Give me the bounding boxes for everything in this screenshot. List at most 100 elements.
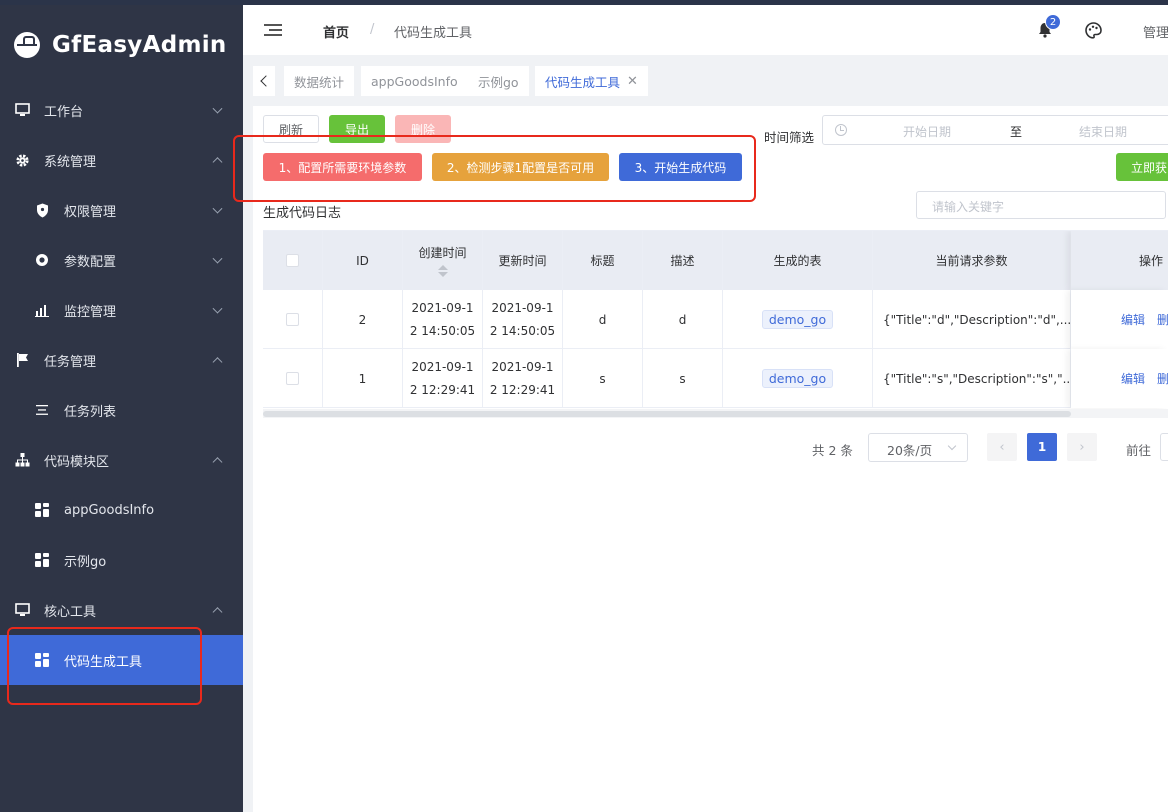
cell-title: d [563,290,643,349]
tags-view: 数据统计 appGoodsInfo 示例go 代码生成工具 ✕ [243,55,1168,103]
sidebar-item-permissions[interactable]: 权限管理 [0,185,243,235]
sidebar-item-code-modules[interactable]: 代码模块区 [0,435,243,485]
start-date-placeholder: 开始日期 [903,125,952,139]
cell-updated: 2021-09-1 2 14:50:05 [483,290,563,349]
table-header: ID 创建时间 更新时间 标题 描述 生成的表 当前请求参数 操作 [263,231,1168,290]
header-created[interactable]: 创建时间 [403,231,483,290]
list-icon [34,402,50,418]
delete-link[interactable]: 删 [1157,311,1168,328]
tag-stats[interactable]: 数据统计 [284,66,355,96]
cell-updated-line1: 2021-09-1 [491,359,554,374]
select-all-checkbox[interactable] [286,254,299,267]
cell-desc: s [643,349,723,408]
header-title: 标题 [563,231,643,290]
tag-demo-go[interactable]: 示例go [468,66,529,96]
row-checkbox[interactable] [286,372,299,385]
section-title: 生成代码日志 [263,206,342,221]
prev-page-button[interactable]: ‹ [987,433,1017,461]
step3-generate-button[interactable]: 3、开始生成代码 [619,153,742,181]
page-size-select[interactable]: 20条/页 [868,433,968,462]
next-page-button[interactable]: › [1067,433,1097,461]
sidebar-item-task-list[interactable]: 任务列表 [0,385,243,435]
edit-link[interactable]: 编辑 [1121,311,1145,328]
horizontal-scrollbar[interactable] [263,409,1168,418]
palette-icon[interactable] [1085,22,1102,39]
cell-created: 2021-09-1 2 12:29:41 [403,349,483,408]
cell-created-line1: 2021-09-1 [411,359,474,374]
edit-link[interactable]: 编辑 [1121,370,1145,387]
sidebar-item-demo-go[interactable]: 示例go [0,535,243,585]
generate-now-button[interactable]: 立即获 [1116,153,1168,181]
menu-toggle-icon[interactable] [264,24,282,37]
cell-desc: d [643,290,723,349]
breadcrumb-home[interactable]: 首页 [323,22,349,41]
goto-page-input[interactable] [1160,433,1168,461]
sidebar-item-params[interactable]: 参数配置 [0,235,243,285]
cell-created: 2021-09-1 2 14:50:05 [403,290,483,349]
tag-code-generator[interactable]: 代码生成工具 ✕ [535,66,648,96]
record-icon [34,252,50,268]
sidebar-item-system[interactable]: 系统管理 [0,135,243,185]
header-select [263,231,323,290]
breadcrumb-separator: / [370,22,375,37]
logo[interactable]: GfEasyAdmin [0,5,243,85]
notification-badge: 2 [1045,14,1061,30]
cell-id: 1 [323,349,403,408]
dashboard-icon [34,502,50,518]
step1-config-button[interactable]: 1、配置所需要环境参数 [263,153,422,181]
chevron-left-icon[interactable] [253,66,275,96]
page-1-button[interactable]: 1 [1027,433,1057,461]
navbar: 首页 / 代码生成工具 2 管理 [243,5,1168,55]
row-select [263,349,323,408]
end-date-placeholder: 结束日期 [1079,125,1128,139]
sidebar-item-label: 任务列表 [64,404,117,420]
export-button[interactable]: 导出 [329,115,385,143]
cell-ops: 编辑 删 [1071,349,1168,408]
cell-updated-line1: 2021-09-1 [491,300,554,315]
user-menu[interactable]: 管理 [1143,22,1168,41]
clock-icon [835,124,847,136]
sidebar-item-core-tools[interactable]: 核心工具 [0,585,243,635]
time-filter-label: 时间筛选 [764,130,815,145]
refresh-button[interactable]: 刷新 [263,115,319,143]
monitor-icon [14,602,30,618]
app-title: GfEasyAdmin [52,32,227,58]
close-icon[interactable]: ✕ [627,74,638,89]
step2-check-button[interactable]: 2、检测步骤1配置是否可用 [432,153,609,181]
delete-button[interactable]: 删除 [395,115,451,143]
cell-table: demo_go [723,290,873,349]
header-table: 生成的表 [723,231,873,290]
page-size-value: 20条/页 [887,443,933,458]
header-params: 当前请求参数 [873,231,1071,290]
cell-params: {"Title":"d","Description":"d",... [873,290,1071,349]
cell-id: 2 [323,290,403,349]
sidebar-item-workbench[interactable]: 工作台 [0,85,243,135]
date-range-picker[interactable]: 开始日期 至 结束日期 [822,115,1168,145]
header-desc: 描述 [643,231,723,290]
sort-icon[interactable] [437,265,448,277]
header-ops-label: 操作 [1139,254,1164,268]
search-input[interactable]: 请输入关键字 [916,191,1166,219]
cell-title: s [563,349,643,408]
cell-created-line2: 2 14:50:05 [409,323,476,338]
shield-icon [34,202,50,218]
sidebar-item-code-generator[interactable]: 代码生成工具 [0,635,243,685]
pagination-total: 共 2 条 [812,443,853,458]
header-created-label: 创建时间 [418,246,467,260]
search-placeholder: 请输入关键字 [932,200,1005,214]
sidebar-item-app-goods-info[interactable]: appGoodsInfo [0,485,243,535]
dashboard-icon [34,652,50,668]
header-updated: 更新时间 [483,231,563,290]
monitor-icon [14,102,30,118]
bar-chart-icon [34,302,50,318]
sidebar: GfEasyAdmin 工作台 系统管理 权限管理 参数配置 监控管理 任务管理… [0,5,243,812]
sidebar-item-tasks[interactable]: 任务管理 [0,335,243,385]
table-row: 2 2021-09-1 2 14:50:05 2021-09-1 2 14:50… [263,290,1168,349]
tag-app-goods-info[interactable]: appGoodsInfo [361,66,468,96]
cell-updated-line2: 2 12:29:41 [489,382,556,397]
range-separator: 至 [1010,125,1023,139]
row-checkbox[interactable] [286,313,299,326]
delete-link[interactable]: 删 [1157,370,1168,387]
scrollbar-thumb[interactable] [263,411,1071,417]
sidebar-item-monitor[interactable]: 监控管理 [0,285,243,335]
